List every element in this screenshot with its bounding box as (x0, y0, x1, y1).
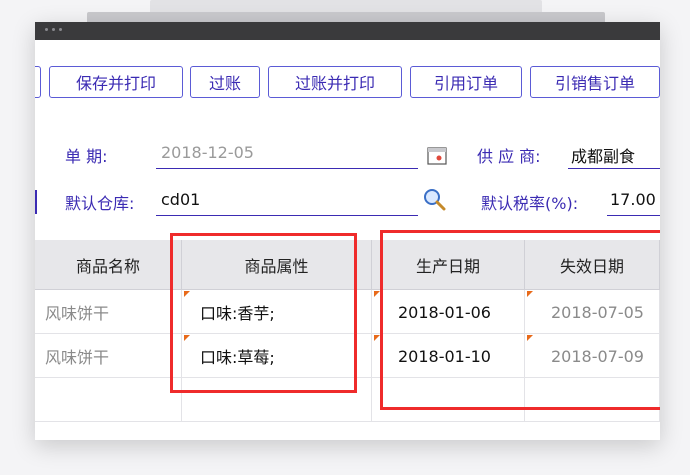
cell-production-date[interactable]: 2018-01-06 (372, 290, 525, 334)
data-grid: 商品名称 商品属性 生产日期 失效日期 风味饼干 口味:香芋; 2018-01-… (35, 240, 660, 440)
left-edge-marker (35, 190, 37, 214)
date-underline (156, 168, 418, 169)
window-dot (52, 28, 55, 31)
window-titlebar (35, 22, 660, 40)
post-and-print-button[interactable]: 过账并打印 (268, 66, 402, 98)
window-dots (45, 28, 62, 31)
save-and-print-button[interactable]: 保存并打印 (49, 66, 183, 98)
column-header-production-date[interactable]: 生产日期 (372, 240, 525, 290)
cell-product-name: 风味饼干 (35, 334, 182, 378)
search-icon[interactable] (422, 187, 446, 211)
window-dot (45, 28, 48, 31)
partial-button[interactable] (35, 66, 41, 98)
warehouse-underline (156, 215, 418, 216)
post-button[interactable]: 过账 (190, 66, 260, 98)
cell-product-attribute[interactable]: 口味:香芋; (182, 290, 372, 334)
supplier-field[interactable]: 成都副食 (571, 143, 635, 167)
taxrate-label: 默认税率(%): (481, 194, 579, 213)
cell-expiry-date: 2018-07-05 (525, 290, 660, 334)
supplier-label: 供 应 商: (477, 147, 541, 166)
cell-product-attribute[interactable]: 口味:草莓; (182, 334, 372, 378)
window-dot (59, 28, 62, 31)
table-row[interactable]: 风味饼干 口味:香芋; 2018-01-06 2018-07-05 (35, 290, 660, 334)
column-header-product-name[interactable]: 商品名称 (35, 240, 182, 290)
table-row[interactable]: 风味饼干 口味:草莓; 2018-01-10 2018-07-09 (35, 334, 660, 378)
cell-expiry-date: 2018-07-09 (525, 334, 660, 378)
taxrate-underline (607, 215, 660, 216)
column-header-product-attribute[interactable]: 商品属性 (182, 240, 372, 290)
reference-sales-order-button[interactable]: 引销售订单 (530, 66, 660, 98)
cell-empty (35, 378, 182, 422)
date-label: 单 期: (65, 147, 108, 166)
date-field[interactable]: 2018-12-05 (161, 143, 254, 162)
cell-production-date[interactable]: 2018-01-10 (372, 334, 525, 378)
taxrate-field[interactable]: 17.00 (610, 190, 656, 209)
cell-empty (372, 378, 525, 422)
warehouse-label: 默认仓库: (65, 194, 135, 213)
table-row[interactable] (35, 378, 660, 422)
calendar-icon[interactable] (427, 146, 447, 166)
cell-product-name: 风味饼干 (35, 290, 182, 334)
supplier-underline (568, 168, 660, 169)
toolbar: 保存并打印 过账 过账并打印 引用订单 引销售订单 (35, 62, 660, 102)
app-window: 保存并打印 过账 过账并打印 引用订单 引销售订单 单 期: 2018-12-0… (35, 22, 660, 440)
reference-order-button[interactable]: 引用订单 (410, 66, 522, 98)
column-header-expiry-date[interactable]: 失效日期 (525, 240, 660, 290)
warehouse-field[interactable]: cd01 (161, 190, 200, 209)
grid-header: 商品名称 商品属性 生产日期 失效日期 (35, 240, 660, 290)
cell-empty (182, 378, 372, 422)
cell-empty (525, 378, 660, 422)
